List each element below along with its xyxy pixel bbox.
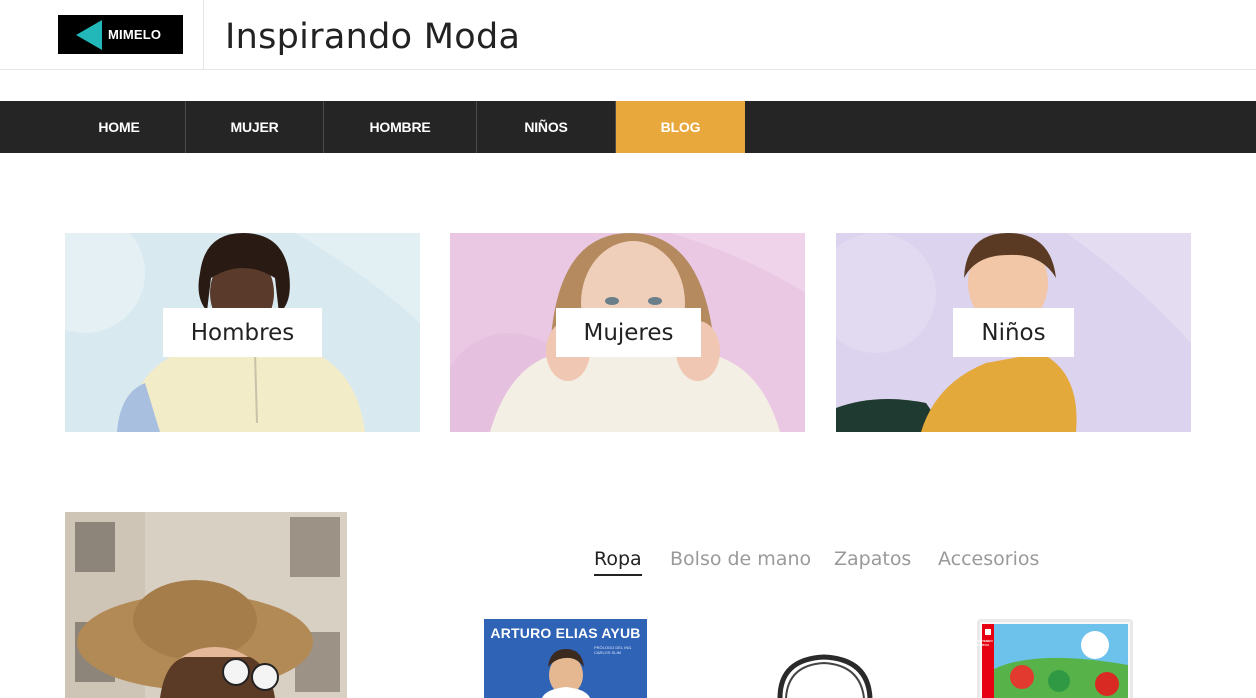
product-bag[interactable] [760, 619, 890, 698]
site-title: Inspirando Moda [225, 17, 521, 57]
site-header: MIMELO Inspirando Moda [0, 0, 1256, 70]
main-nav: HOME MUJER HOMBRE NIÑOS BLOG [0, 101, 1256, 153]
promo-image[interactable] [65, 512, 347, 698]
nav-blog[interactable]: BLOG [616, 101, 745, 153]
woman-hat-photo [65, 512, 347, 698]
nav-hombre[interactable]: HOMBRE [324, 101, 477, 153]
logo-text: MIMELO [108, 27, 162, 42]
category-label-hombres: Hombres [163, 308, 322, 357]
category-mujeres[interactable]: Mujeres [450, 233, 805, 432]
header-divider [203, 0, 204, 70]
tab-zapatos[interactable]: Zapatos [834, 546, 911, 574]
tab-ropa[interactable]: Ropa [594, 546, 642, 576]
product-game[interactable]: NINTENDO SWITCH [977, 619, 1133, 698]
category-hombres[interactable]: Hombres [65, 233, 420, 432]
site-logo[interactable]: MIMELO [58, 15, 183, 54]
bag-photo [777, 654, 873, 698]
category-label-mujeres: Mujeres [556, 308, 701, 357]
tab-bolso-de-mano[interactable]: Bolso de mano [670, 546, 811, 574]
game-cover-photo [980, 622, 1130, 698]
nav-home[interactable]: HOME [53, 101, 186, 153]
nav-mujer[interactable]: MUJER [186, 101, 324, 153]
product-book[interactable]: ARTURO ELIAS AYUB PRÓLOGO DEL ING. CARLO… [484, 619, 647, 698]
tab-accesorios[interactable]: Accesorios [938, 546, 1039, 574]
book-cover-photo [542, 649, 590, 698]
category-label-ninos: Niños [953, 308, 1074, 357]
game-brand: NINTENDO SWITCH [977, 639, 993, 647]
nav-ninos[interactable]: NIÑOS [477, 101, 616, 153]
category-ninos[interactable]: Niños [836, 233, 1191, 432]
logo-triangle-icon [76, 19, 102, 50]
